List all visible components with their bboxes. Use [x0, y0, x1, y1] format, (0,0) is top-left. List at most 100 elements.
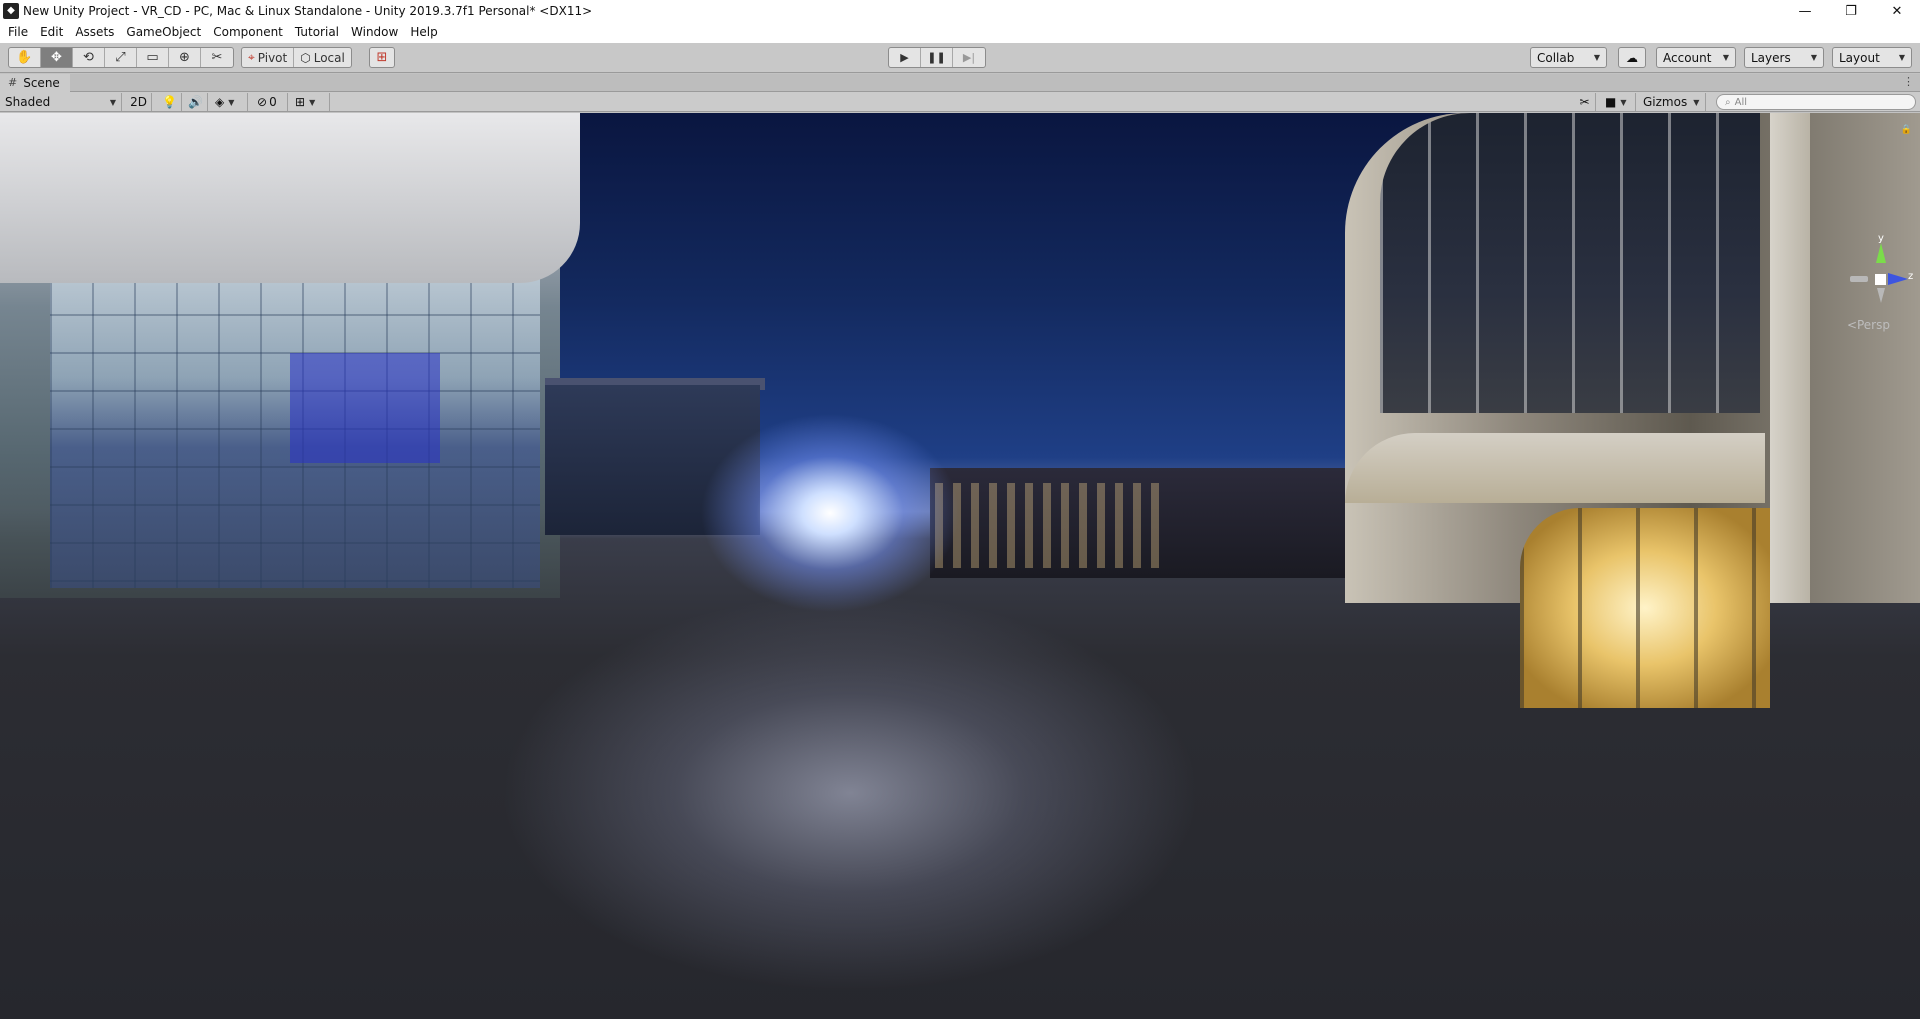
right-building-upper-glass [1380, 113, 1760, 413]
tab-scene-label: Scene [23, 75, 60, 90]
play-button[interactable]: ▶ [889, 48, 921, 67]
gizmo-z-label: z [1908, 271, 1914, 282]
chevron-down-icon: ▼ [1593, 53, 1600, 62]
window-title: New Unity Project - VR_CD - PC, Mac & Li… [23, 4, 593, 18]
hidden-count: 0 [269, 95, 277, 109]
distant-building-lights [935, 483, 1165, 568]
account-dropdown[interactable]: Account ▼ [1656, 47, 1736, 68]
account-label: Account [1663, 50, 1712, 65]
transform-tool-icon[interactable]: ⊕ [169, 48, 201, 67]
grid-snap-icon[interactable]: ⊞ [370, 48, 394, 67]
gizmos-dropdown[interactable]: Gizmos ▼ [1638, 93, 1706, 111]
cloud-icon: ☁ [1626, 50, 1638, 65]
move-tool-icon[interactable]: ✥ [41, 48, 73, 67]
scene-search-input[interactable]: ⌕ All [1716, 94, 1916, 110]
chevron-down-icon: ▼ [228, 97, 235, 107]
menu-assets[interactable]: Assets [69, 22, 120, 43]
pause-button[interactable]: ❚❚ [921, 48, 953, 67]
shading-mode-dropdown[interactable]: Shaded ▼ [0, 93, 122, 111]
pivot-icon: ⌖ [248, 50, 255, 64]
play-controls: ▶ ❚❚ ▶| [888, 47, 986, 68]
right-building-lit-lobby [1520, 508, 1770, 708]
menu-help[interactable]: Help [404, 22, 443, 43]
shading-mode-label: Shaded [5, 95, 51, 109]
close-button[interactable]: ✕ [1874, 0, 1920, 22]
main-toolbar: ✋ ✥ ⟲ ⤢ ▭ ⊕ ✂ ⌖ Pivot ⬡ Local ⊞ ▶ ❚❚ ▶| … [0, 43, 1920, 73]
menu-bar: File Edit Assets GameObject Component Tu… [0, 22, 1920, 43]
ground-reflection [500, 593, 1200, 993]
chevron-down-icon: ▼ [1620, 97, 1627, 107]
2d-toggle[interactable]: 2D [126, 93, 152, 111]
right-building-canopy [1345, 433, 1765, 503]
chevron-down-icon: ▼ [1722, 53, 1729, 62]
gizmo-neg-y-axis-icon[interactable] [1877, 288, 1885, 303]
layers-label: Layers [1751, 50, 1791, 65]
chevron-down-icon: ▼ [1898, 53, 1905, 62]
rect-tool-icon[interactable]: ▭ [137, 48, 169, 67]
step-button[interactable]: ▶| [953, 48, 985, 67]
search-placeholder: All [1734, 96, 1748, 108]
grid-icon: ⊞ [295, 95, 306, 109]
grid-snap-group: ⊞ [369, 47, 395, 68]
kebab-menu-icon[interactable]: ⋮ [1903, 75, 1914, 88]
gizmo-center-cube-icon[interactable] [1875, 274, 1886, 285]
left-building-roof [0, 113, 580, 283]
scene-view-toolbar: Shaded ▼ 2D 💡 🔊 ◈ ▼ ⊘ 0 ⊞ ▼ ✂ ■ ▼ Gizmos… [0, 92, 1920, 112]
gizmos-label: Gizmos [1643, 95, 1688, 109]
transform-tools: ✋ ✥ ⟲ ⤢ ▭ ⊕ ✂ [8, 47, 234, 68]
collab-dropdown[interactable]: Collab ▼ [1530, 47, 1607, 68]
custom-tool-icon[interactable]: ✂ [201, 48, 233, 67]
effects-icon: ◈ [215, 95, 225, 109]
2d-toggle-label: 2D [130, 95, 147, 109]
left-building-blue-light [290, 353, 440, 463]
layout-dropdown[interactable]: Layout ▼ [1832, 47, 1912, 68]
hidden-objects-toggle[interactable]: ⊘ 0 [252, 93, 288, 111]
tab-scene[interactable]: # Scene [0, 73, 70, 92]
minimize-button[interactable]: — [1782, 0, 1828, 22]
window-controls: — ❐ ✕ [1782, 0, 1920, 22]
local-button[interactable]: ⬡ Local [294, 48, 351, 67]
camera-dropdown[interactable]: ■ ▼ [1600, 93, 1636, 111]
gizmo-x-axis-icon[interactable] [1850, 276, 1868, 282]
menu-file[interactable]: File [2, 22, 34, 43]
chevron-down-icon: ▼ [109, 97, 116, 107]
menu-component[interactable]: Component [207, 22, 289, 43]
lighting-toggle-icon[interactable]: 💡 [158, 93, 182, 111]
local-label: Local [313, 50, 345, 65]
scene-grid-icon: # [8, 76, 18, 89]
effects-dropdown[interactable]: ◈ ▼ [210, 93, 248, 111]
unity-logo-icon: ◆ [3, 3, 19, 19]
scene-tab-bar: # Scene ⋮ [0, 73, 1920, 92]
menu-tutorial[interactable]: Tutorial [289, 22, 345, 43]
audio-toggle-icon[interactable]: 🔊 [184, 93, 208, 111]
title-bar: ◆ New Unity Project - VR_CD - PC, Mac & … [0, 0, 1920, 22]
pivot-controls: ⌖ Pivot ⬡ Local [241, 47, 352, 68]
gizmo-y-axis-icon[interactable] [1876, 243, 1886, 263]
scale-tool-icon[interactable]: ⤢ [105, 48, 137, 67]
chevron-down-icon: ▼ [1810, 53, 1817, 62]
layout-label: Layout [1839, 50, 1880, 65]
gizmo-z-axis-icon[interactable] [1888, 273, 1908, 285]
menu-edit[interactable]: Edit [34, 22, 69, 43]
hand-tool-icon[interactable]: ✋ [9, 48, 41, 67]
cloud-button[interactable]: ☁ [1618, 47, 1646, 68]
right-building-pillar [1770, 113, 1810, 603]
scene-viewport[interactable]: y z 🔒 <Persp [0, 113, 1920, 1019]
search-icon: ⌕ [1725, 96, 1731, 108]
grid-dropdown[interactable]: ⊞ ▼ [290, 93, 330, 111]
rotate-tool-icon[interactable]: ⟲ [73, 48, 105, 67]
local-icon: ⬡ [300, 50, 311, 65]
light-flare [700, 413, 960, 613]
chevron-down-icon: ▼ [309, 97, 316, 107]
menu-window[interactable]: Window [345, 22, 404, 43]
camera-icon: ■ [1605, 95, 1617, 109]
layers-dropdown[interactable]: Layers ▼ [1744, 47, 1824, 68]
pivot-button[interactable]: ⌖ Pivot [242, 48, 295, 67]
menu-gameobject[interactable]: GameObject [120, 22, 207, 43]
chevron-down-icon: ▼ [1693, 97, 1700, 107]
tools-icon[interactable]: ✂ [1574, 93, 1596, 111]
pivot-label: Pivot [257, 50, 288, 65]
lock-icon[interactable]: 🔒 [1901, 125, 1912, 135]
projection-label[interactable]: <Persp [1847, 318, 1890, 332]
restore-button[interactable]: ❐ [1828, 0, 1874, 22]
